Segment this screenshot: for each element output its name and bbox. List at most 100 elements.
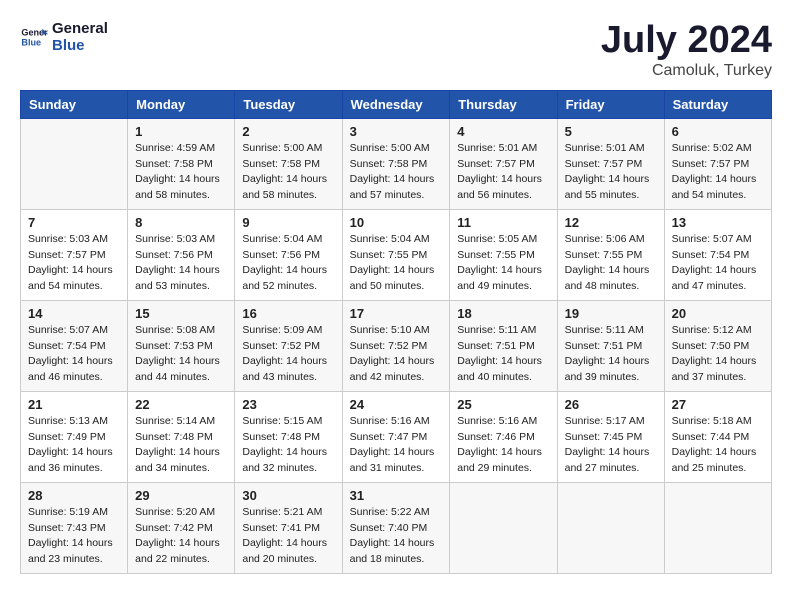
calendar-cell: 22 Sunrise: 5:14 AMSunset: 7:48 PMDayligh… xyxy=(128,391,235,482)
cell-sun-info: Sunrise: 5:07 AMSunset: 7:54 PMDaylight:… xyxy=(672,232,764,295)
day-number: 16 xyxy=(242,306,334,321)
calendar-cell: 12Sunrise: 5:06 AMSunset: 7:55 PMDayligh… xyxy=(557,209,664,300)
calendar-cell: 13 Sunrise: 5:07 AMSunset: 7:54 PMDayligh… xyxy=(664,209,771,300)
cell-sun-info: Sunrise: 5:16 AMSunset: 7:46 PMDaylight:… xyxy=(457,414,549,477)
cell-sun-info: Sunrise: 5:01 AMSunset: 7:57 PMDaylight:… xyxy=(457,141,549,204)
day-number: 10 xyxy=(350,215,443,230)
day-header-sunday: Sunday xyxy=(21,90,128,118)
cell-sun-info: Sunrise: 5:00 AMSunset: 7:58 PMDaylight:… xyxy=(242,141,334,204)
day-number: 19 xyxy=(565,306,657,321)
header: General Blue General Blue July 2024 Camo… xyxy=(20,20,772,80)
cell-sun-info: Sunrise: 5:02 AMSunset: 7:57 PMDaylight:… xyxy=(672,141,764,204)
calendar-table: SundayMondayTuesdayWednesdayThursdayFrid… xyxy=(20,90,772,574)
calendar-cell xyxy=(450,482,557,573)
day-number: 26 xyxy=(565,397,657,412)
day-number: 28 xyxy=(28,488,120,503)
day-number: 23 xyxy=(242,397,334,412)
calendar-cell: 31Sunrise: 5:22 AMSunset: 7:40 PMDayligh… xyxy=(342,482,450,573)
logo-blue: Blue xyxy=(52,37,108,54)
day-number: 11 xyxy=(457,215,549,230)
calendar-week-row: 21 Sunrise: 5:13 AMSunset: 7:49 PMDayligh… xyxy=(21,391,772,482)
day-number: 29 xyxy=(135,488,227,503)
calendar-cell: 20 Sunrise: 5:12 AMSunset: 7:50 PMDayligh… xyxy=(664,300,771,391)
day-number: 9 xyxy=(242,215,334,230)
day-number: 7 xyxy=(28,215,120,230)
cell-sun-info: Sunrise: 5:01 AMSunset: 7:57 PMDaylight:… xyxy=(565,141,657,204)
day-number: 17 xyxy=(350,306,443,321)
day-number: 18 xyxy=(457,306,549,321)
day-number: 14 xyxy=(28,306,120,321)
logo-general: General xyxy=(52,20,108,37)
calendar-cell xyxy=(664,482,771,573)
cell-sun-info: Sunrise: 5:12 AMSunset: 7:50 PMDaylight:… xyxy=(672,323,764,386)
day-number: 21 xyxy=(28,397,120,412)
cell-sun-info: Sunrise: 5:21 AMSunset: 7:41 PMDaylight:… xyxy=(242,505,334,568)
day-number: 3 xyxy=(350,124,443,139)
calendar-cell xyxy=(21,118,128,209)
cell-sun-info: Sunrise: 5:13 AMSunset: 7:49 PMDaylight:… xyxy=(28,414,120,477)
day-number: 13 xyxy=(672,215,764,230)
calendar-cell: 30Sunrise: 5:21 AMSunset: 7:41 PMDayligh… xyxy=(235,482,342,573)
day-number: 24 xyxy=(350,397,443,412)
svg-text:Blue: Blue xyxy=(21,38,41,48)
cell-sun-info: Sunrise: 5:22 AMSunset: 7:40 PMDaylight:… xyxy=(350,505,443,568)
cell-sun-info: Sunrise: 5:20 AMSunset: 7:42 PMDaylight:… xyxy=(135,505,227,568)
day-header-wednesday: Wednesday xyxy=(342,90,450,118)
calendar-cell: 27Sunrise: 5:18 AMSunset: 7:44 PMDayligh… xyxy=(664,391,771,482)
cell-sun-info: Sunrise: 4:59 AMSunset: 7:58 PMDaylight:… xyxy=(135,141,227,204)
cell-sun-info: Sunrise: 5:04 AMSunset: 7:56 PMDaylight:… xyxy=(242,232,334,295)
day-number: 12 xyxy=(565,215,657,230)
title-area: July 2024 Camoluk, Turkey xyxy=(601,20,772,80)
page-title: July 2024 xyxy=(601,20,772,62)
cell-sun-info: Sunrise: 5:19 AMSunset: 7:43 PMDaylight:… xyxy=(28,505,120,568)
cell-sun-info: Sunrise: 5:00 AMSunset: 7:58 PMDaylight:… xyxy=(350,141,443,204)
calendar-week-row: 14 Sunrise: 5:07 AMSunset: 7:54 PMDayligh… xyxy=(21,300,772,391)
day-number: 20 xyxy=(672,306,764,321)
cell-sun-info: Sunrise: 5:05 AMSunset: 7:55 PMDaylight:… xyxy=(457,232,549,295)
day-number: 8 xyxy=(135,215,227,230)
logo-icon: General Blue xyxy=(20,23,48,51)
cell-sun-info: Sunrise: 5:10 AMSunset: 7:52 PMDaylight:… xyxy=(350,323,443,386)
calendar-cell: 1 Sunrise: 4:59 AMSunset: 7:58 PMDaylight… xyxy=(128,118,235,209)
day-number: 22 xyxy=(135,397,227,412)
cell-sun-info: Sunrise: 5:15 AMSunset: 7:48 PMDaylight:… xyxy=(242,414,334,477)
calendar-cell: 23 Sunrise: 5:15 AMSunset: 7:48 PMDayligh… xyxy=(235,391,342,482)
day-header-saturday: Saturday xyxy=(664,90,771,118)
cell-sun-info: Sunrise: 5:04 AMSunset: 7:55 PMDaylight:… xyxy=(350,232,443,295)
calendar-cell: 8 Sunrise: 5:03 AMSunset: 7:56 PMDaylight… xyxy=(128,209,235,300)
calendar-cell: 25 Sunrise: 5:16 AMSunset: 7:46 PMDayligh… xyxy=(450,391,557,482)
calendar-cell: 21 Sunrise: 5:13 AMSunset: 7:49 PMDayligh… xyxy=(21,391,128,482)
cell-sun-info: Sunrise: 5:08 AMSunset: 7:53 PMDaylight:… xyxy=(135,323,227,386)
cell-sun-info: Sunrise: 5:11 AMSunset: 7:51 PMDaylight:… xyxy=(565,323,657,386)
cell-sun-info: Sunrise: 5:11 AMSunset: 7:51 PMDaylight:… xyxy=(457,323,549,386)
cell-sun-info: Sunrise: 5:14 AMSunset: 7:48 PMDaylight:… xyxy=(135,414,227,477)
cell-sun-info: Sunrise: 5:03 AMSunset: 7:57 PMDaylight:… xyxy=(28,232,120,295)
calendar-cell: 15Sunrise: 5:08 AMSunset: 7:53 PMDayligh… xyxy=(128,300,235,391)
calendar-cell: 7 Sunrise: 5:03 AMSunset: 7:57 PMDaylight… xyxy=(21,209,128,300)
calendar-cell: 9 Sunrise: 5:04 AMSunset: 7:56 PMDaylight… xyxy=(235,209,342,300)
day-number: 1 xyxy=(135,124,227,139)
day-header-thursday: Thursday xyxy=(450,90,557,118)
calendar-week-row: 28 Sunrise: 5:19 AMSunset: 7:43 PMDayligh… xyxy=(21,482,772,573)
calendar-cell: 5Sunrise: 5:01 AMSunset: 7:57 PMDaylight… xyxy=(557,118,664,209)
calendar-cell: 29 Sunrise: 5:20 AMSunset: 7:42 PMDayligh… xyxy=(128,482,235,573)
day-header-friday: Friday xyxy=(557,90,664,118)
calendar-week-row: 7 Sunrise: 5:03 AMSunset: 7:57 PMDaylight… xyxy=(21,209,772,300)
cell-sun-info: Sunrise: 5:07 AMSunset: 7:54 PMDaylight:… xyxy=(28,323,120,386)
day-number: 6 xyxy=(672,124,764,139)
page-subtitle: Camoluk, Turkey xyxy=(601,62,772,80)
calendar-cell: 18 Sunrise: 5:11 AMSunset: 7:51 PMDayligh… xyxy=(450,300,557,391)
calendar-cell: 11 Sunrise: 5:05 AMSunset: 7:55 PMDayligh… xyxy=(450,209,557,300)
cell-sun-info: Sunrise: 5:18 AMSunset: 7:44 PMDaylight:… xyxy=(672,414,764,477)
calendar-cell xyxy=(557,482,664,573)
calendar-cell: 24 Sunrise: 5:16 AMSunset: 7:47 PMDayligh… xyxy=(342,391,450,482)
cell-sun-info: Sunrise: 5:03 AMSunset: 7:56 PMDaylight:… xyxy=(135,232,227,295)
logo: General Blue General Blue xyxy=(20,20,108,55)
day-number: 2 xyxy=(242,124,334,139)
calendar-cell: 6 Sunrise: 5:02 AMSunset: 7:57 PMDaylight… xyxy=(664,118,771,209)
cell-sun-info: Sunrise: 5:16 AMSunset: 7:47 PMDaylight:… xyxy=(350,414,443,477)
cell-sun-info: Sunrise: 5:09 AMSunset: 7:52 PMDaylight:… xyxy=(242,323,334,386)
calendar-cell: 26Sunrise: 5:17 AMSunset: 7:45 PMDayligh… xyxy=(557,391,664,482)
calendar-week-row: 1 Sunrise: 4:59 AMSunset: 7:58 PMDaylight… xyxy=(21,118,772,209)
day-number: 25 xyxy=(457,397,549,412)
